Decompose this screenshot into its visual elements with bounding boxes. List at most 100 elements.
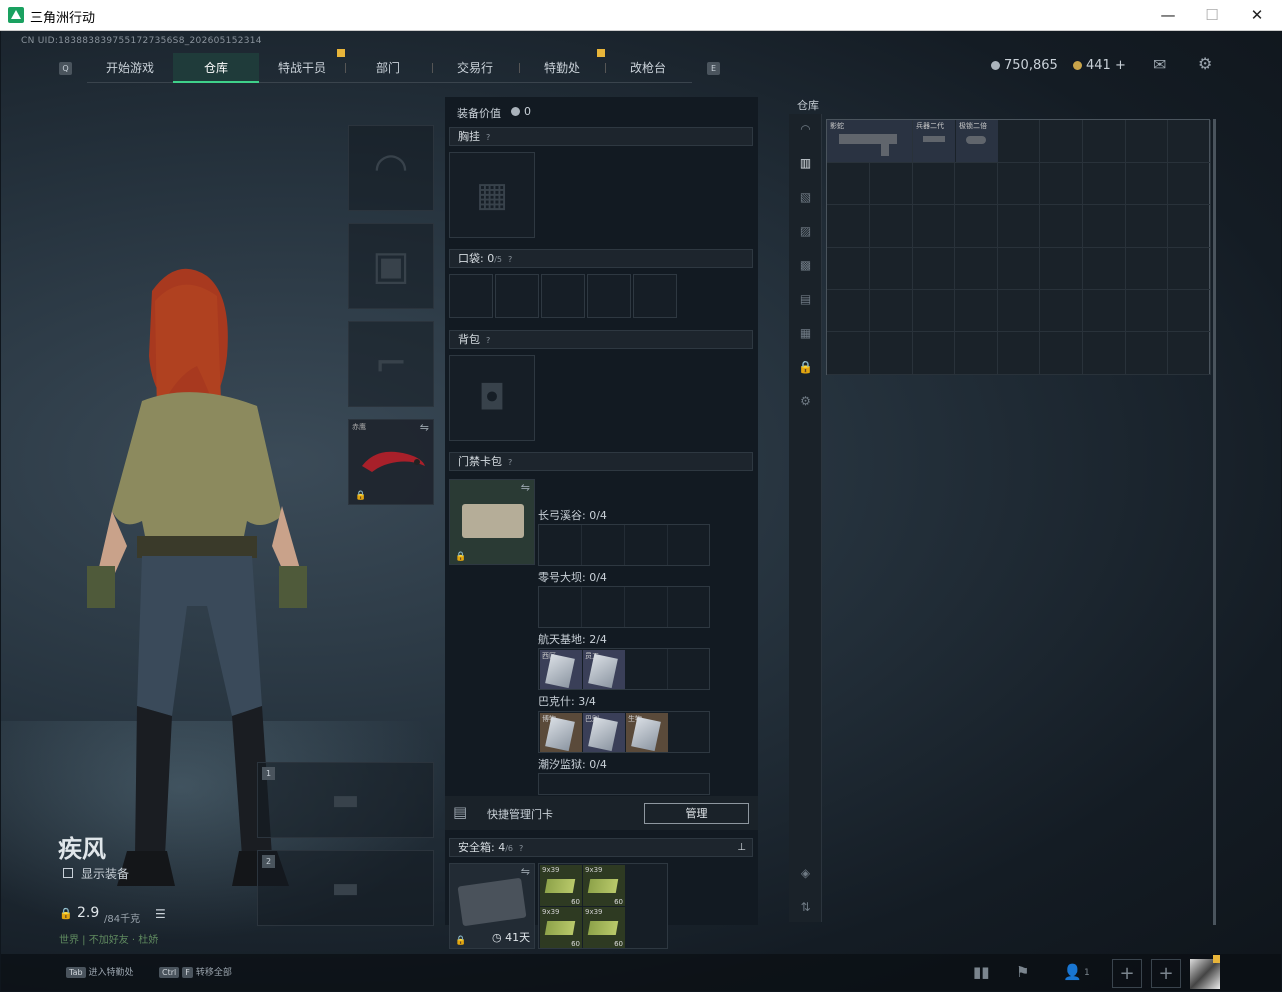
warehouse-cell[interactable] [912, 331, 956, 375]
hint-transfer-all[interactable]: Ctrl F 转移全部 [159, 965, 232, 978]
filter-helmet-icon[interactable]: ◠ [798, 122, 813, 137]
warehouse-cell[interactable] [954, 331, 998, 375]
warehouse-cell[interactable] [869, 162, 913, 206]
tab-operators[interactable]: 特战干员 [259, 53, 345, 83]
warehouse-cell[interactable] [869, 331, 913, 375]
list-icon[interactable]: ☰ [155, 907, 166, 921]
warehouse-item-scope[interactable]: 极锁二倍 [956, 120, 998, 162]
keycard-grid-dam[interactable] [538, 586, 710, 628]
warehouse-cell[interactable] [997, 289, 1041, 333]
warehouse-cell[interactable] [997, 331, 1041, 375]
keycard-item[interactable]: 生物 [626, 713, 668, 752]
nav-next-button[interactable]: E [707, 62, 720, 75]
warehouse-item-smg[interactable]: 影蛇 [827, 120, 912, 162]
keycard-grid-space-base[interactable]: 西区 员工 [538, 648, 710, 690]
pocket-slot[interactable] [449, 274, 493, 318]
ammo-item[interactable]: 9x39 60 [540, 907, 582, 948]
filter-locked-icon[interactable]: 🔒 [798, 360, 813, 375]
primary-weapon-slot[interactable]: 1 ▬ [257, 762, 434, 838]
warehouse-cell[interactable] [1040, 246, 1083, 290]
warehouse-cell[interactable] [1040, 204, 1083, 248]
warehouse-cell[interactable] [869, 246, 913, 290]
chest-rig-slot[interactable]: ▦ [449, 152, 535, 238]
warehouse-cell[interactable] [869, 204, 913, 248]
show-gear-checkbox[interactable] [63, 868, 73, 878]
pin-icon[interactable]: ⊥ [737, 839, 746, 856]
flag-icon[interactable]: ⚑ [1016, 963, 1029, 981]
filter-ammo-icon[interactable]: ▨ [798, 224, 813, 239]
pocket-slot[interactable] [541, 274, 585, 318]
warehouse-item-attachment[interactable]: 兵器二代 [913, 120, 955, 162]
keycard-grid-longbow[interactable] [538, 524, 710, 566]
warehouse-cell[interactable] [1167, 204, 1211, 248]
keycard-item[interactable]: 员工 [583, 650, 625, 689]
warehouse-cell[interactable] [954, 289, 998, 333]
warehouse-cell[interactable] [1167, 162, 1211, 206]
warehouse-cell[interactable] [954, 162, 998, 206]
helmet-slot[interactable]: ◠ [348, 125, 434, 211]
keycard-pack-slot[interactable]: ⇋ 🔒 [449, 479, 535, 565]
ammo-item[interactable]: 9x39 60 [583, 865, 625, 906]
safe-box-grid[interactable]: 9x39 60 9x39 60 9x39 60 9x39 60 [538, 863, 668, 949]
warehouse-cell[interactable] [1040, 120, 1083, 163]
manage-button[interactable]: 管理 [644, 803, 749, 824]
warehouse-grid[interactable]: 影蛇 兵器二代 极锁二倍 [826, 119, 1211, 375]
warehouse-cell[interactable] [1040, 331, 1083, 375]
warehouse-cell[interactable] [1082, 204, 1126, 248]
hint-special-ops[interactable]: Tab 进入特勤处 [66, 965, 134, 978]
filter-medical-icon[interactable]: ▩ [798, 258, 813, 273]
tab-market[interactable]: 交易行 [432, 53, 518, 83]
nav-prev-button[interactable]: Q [59, 62, 72, 75]
friends-icon[interactable]: 👤 [1063, 963, 1082, 981]
warehouse-cell[interactable] [1082, 162, 1126, 206]
warehouse-cell[interactable] [997, 120, 1041, 163]
warehouse-cell[interactable] [1125, 331, 1169, 375]
keycard-item[interactable]: 博物 [540, 713, 582, 752]
backpack-slot[interactable]: ◘ [449, 355, 535, 441]
secondary-weapon-slot[interactable]: 2 ▬ [257, 850, 434, 926]
warehouse-cell[interactable] [997, 246, 1041, 290]
add-teammate-button[interactable]: + [1151, 959, 1181, 988]
warehouse-cell[interactable] [1167, 289, 1211, 333]
warehouse-cell[interactable] [1125, 162, 1169, 206]
filter-settings-icon[interactable]: ⚙ [798, 394, 813, 409]
tab-warehouse[interactable]: 仓库 [173, 53, 259, 83]
warehouse-cell[interactable] [827, 204, 870, 248]
warehouse-cell[interactable] [954, 246, 998, 290]
keycard-item[interactable]: 西区 [540, 650, 582, 689]
swap-icon[interactable]: ⇋ [521, 481, 530, 494]
stack-icon[interactable]: ◈ [798, 866, 813, 881]
keycard-grid-tide-prison[interactable] [538, 773, 710, 795]
warehouse-cell[interactable] [1167, 331, 1211, 375]
warehouse-cell[interactable] [827, 162, 870, 206]
armor-slot[interactable]: ▣ [348, 223, 434, 309]
warehouse-cell[interactable] [1167, 120, 1211, 163]
warehouse-cell[interactable] [912, 246, 956, 290]
warehouse-scrollbar[interactable] [1213, 119, 1216, 925]
filter-weapon-icon[interactable]: ▥ [798, 156, 813, 171]
gear-icon[interactable]: ⚙ [1198, 54, 1212, 73]
tab-gunsmith[interactable]: 改枪台 [605, 53, 691, 83]
warehouse-cell[interactable] [827, 331, 870, 375]
swap-icon[interactable]: ⇋ [521, 865, 530, 878]
warehouse-cell[interactable] [912, 162, 956, 206]
warehouse-cell[interactable] [1125, 246, 1169, 290]
filter-keys-icon[interactable]: ▤ [798, 292, 813, 307]
warehouse-cell[interactable] [1125, 289, 1169, 333]
warehouse-cell[interactable] [1082, 331, 1126, 375]
ammo-item[interactable]: 9x39 60 [540, 865, 582, 906]
warehouse-cell[interactable] [912, 204, 956, 248]
filter-gear-icon[interactable]: ▧ [798, 190, 813, 205]
chart-icon[interactable]: ▮▮ [973, 963, 990, 981]
warehouse-cell[interactable] [954, 204, 998, 248]
warehouse-cell[interactable] [869, 289, 913, 333]
gold-currency[interactable]: 441 + [1073, 58, 1126, 73]
keycard-grid-brakkesh[interactable]: 博物 巴别 生物 [538, 711, 710, 753]
filter-collectibles-icon[interactable]: ▦ [798, 326, 813, 341]
keycard-item[interactable]: 巴别 [583, 713, 625, 752]
maximize-button[interactable]: ☐ [1189, 4, 1235, 26]
warehouse-cell[interactable] [1125, 120, 1169, 163]
tab-department[interactable]: 部门 [345, 53, 431, 83]
warehouse-cell[interactable] [1167, 246, 1211, 290]
pocket-slot[interactable] [633, 274, 677, 318]
